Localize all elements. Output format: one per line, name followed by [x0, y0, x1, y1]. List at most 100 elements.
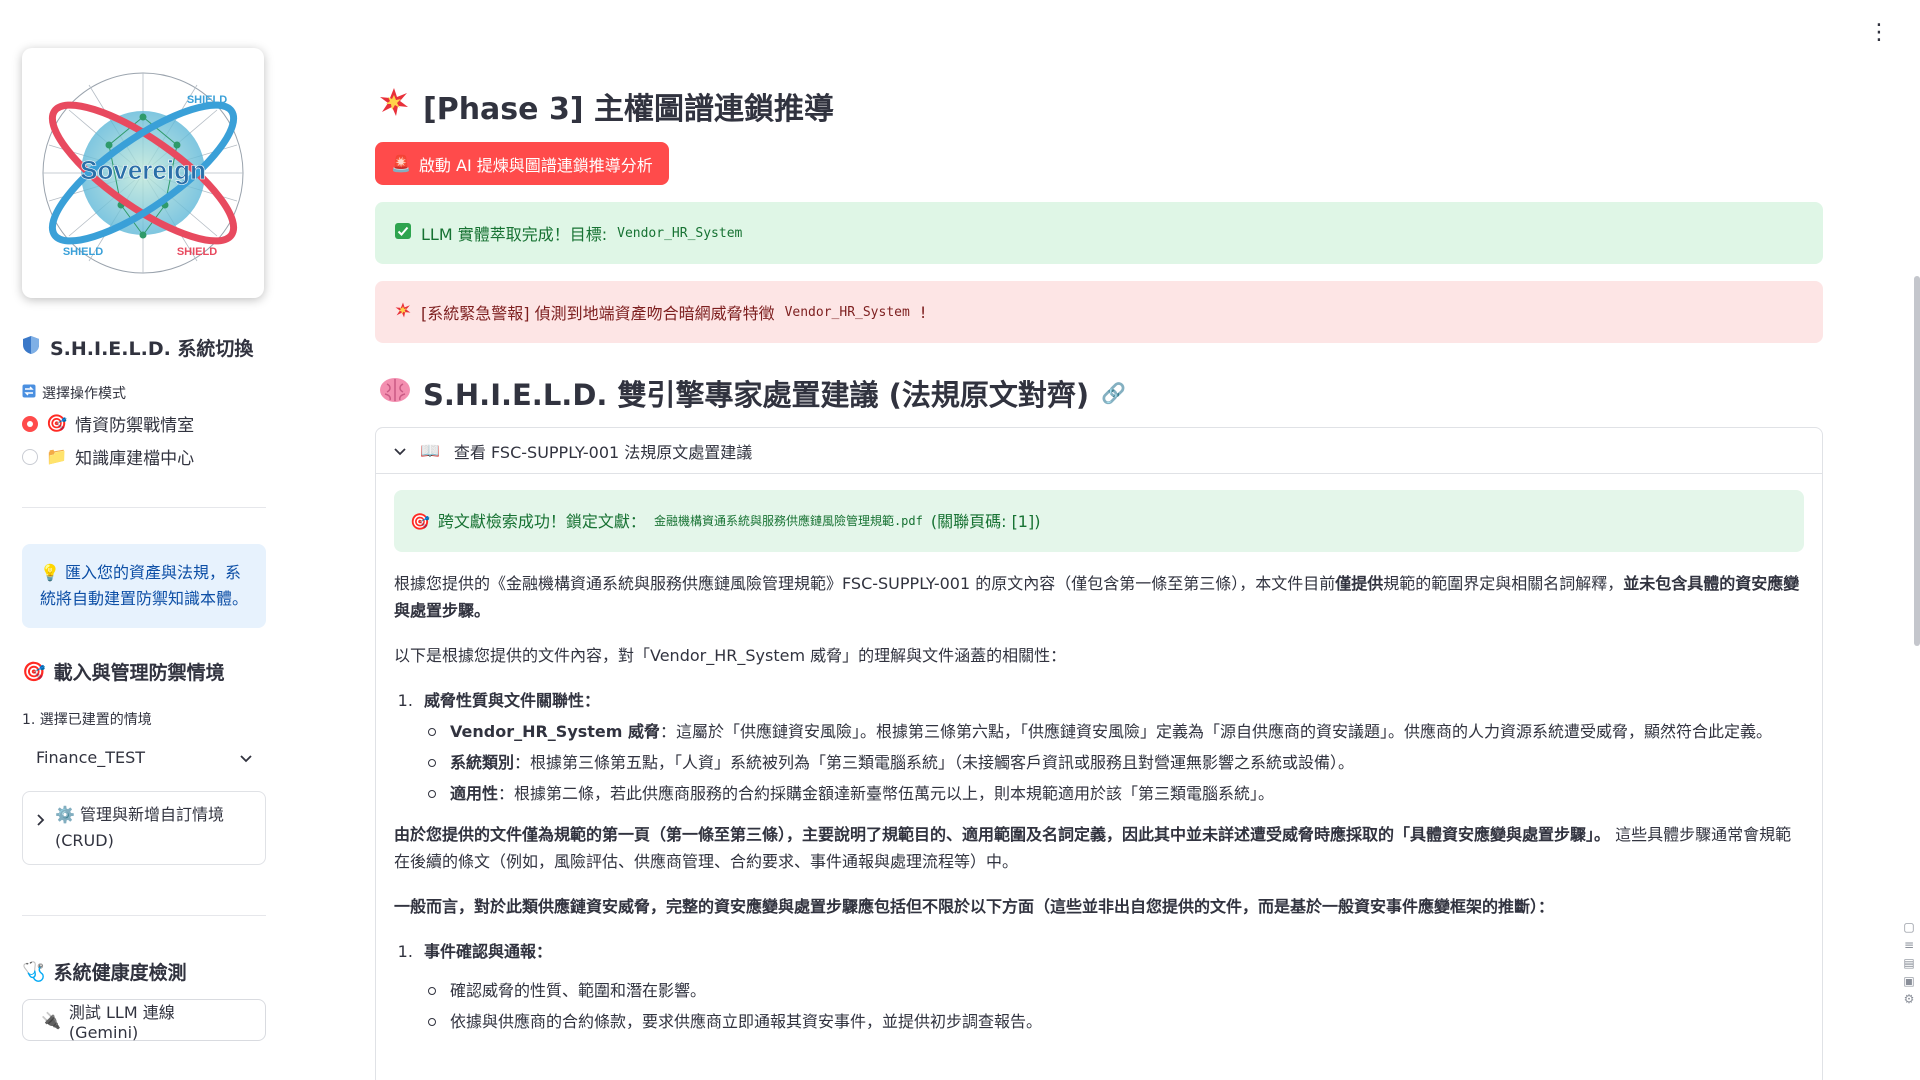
test-llm-button[interactable]: 🔌 測試 LLM 連線 (Gemini)	[22, 999, 266, 1042]
page-scrollbar[interactable]	[1914, 276, 1920, 646]
list-item: 事件確認與通報： 確認威脅的性質、範圍和潛在影響。 依據與供應商的合約條款，要求…	[418, 938, 1804, 1035]
info-alert: 💡 匯入您的資產與法規，系統將自動建置防禦知識本體。	[22, 544, 266, 628]
swap-icon	[22, 384, 36, 402]
stethoscope-icon: 🩺	[22, 961, 46, 983]
book-icon: 📖	[420, 441, 440, 460]
paragraph-general: 一般而言，對於此類供應鏈資安威脅，完整的資安應變與處置步驟應包括但不限於以下方面…	[394, 893, 1804, 920]
item-text: ：根據第三條第五點，「人資」系統被列為「第三類電腦系統」（未接觸客戶資訊或服務且…	[514, 753, 1355, 772]
mode-label: 選擇操作模式	[22, 383, 266, 403]
paragraph-relevance: 以下是根據您提供的文件內容，對「Vendor_HR_System 威脅」的理解與…	[394, 646, 1067, 665]
main-content: [Phase 3] 主權圖譜連鎖推導 🚨 啟動 AI 提煉與圖譜連鎖推導分析 L…	[375, 0, 1823, 1080]
threat-relevance-list: 威脅性質與文件關聯性： Vendor_HR_System 威脅：這屬於「供應鏈資…	[418, 687, 1804, 807]
plug-icon: 🔌	[41, 1010, 61, 1030]
list-item: 依據與供應商的合約條款，要求供應商立即通報其資安事件，並提供初步調查報告。	[424, 1008, 1804, 1035]
logo-text: Sovereign	[80, 155, 206, 185]
alert-target: Vendor_HR_System	[784, 304, 910, 320]
info-text: 匯入您的資產與法規，系統將自動建置防禦知識本體。	[40, 563, 249, 608]
expander-body: 🎯 跨文獻檢索成功！鎖定文獻： 金融機構資通系統與服務供應鏈風險管理規範.pdf…	[376, 474, 1822, 1035]
para1-bold-a: 僅提供	[1335, 574, 1384, 593]
extraction-success-alert: LLM 實體萃取完成！目標: Vendor_HR_System	[375, 202, 1823, 264]
chevron-down-icon	[394, 441, 406, 460]
system-switch-label: S.H.I.E.L.D. 系統切換	[50, 338, 254, 360]
para3-bold: 由於您提供的文件僅為規範的第一頁（第一條至第三條），主要說明了規範目的、適用範圍…	[394, 825, 1611, 844]
tool-icon[interactable]: ▣	[1903, 974, 1914, 988]
retrieval-pages: (關聯頁碼: [1])	[930, 511, 1041, 531]
floating-tool-icons: ▢ ≡ ▤ ▣ ⚙	[1900, 920, 1918, 1006]
link-icon[interactable]: 🔗	[1101, 381, 1126, 405]
expander-header[interactable]: 📖 查看 FSC-SUPPLY-001 法規原文處置建議	[376, 428, 1822, 474]
retrieval-file: 金融機構資通系統與服務供應鏈風險管理規範.pdf	[653, 513, 923, 528]
alert-suffix: !	[919, 302, 927, 322]
section-title: S.H.I.E.L.D. 雙引擎專家處置建議 (法規原文對齊) 🔗	[379, 372, 1126, 414]
tool-icon[interactable]: ≡	[1904, 938, 1914, 952]
shield-logo: Sovereign SHIELD SHIELD SHIELD	[22, 48, 264, 298]
radio-unselected[interactable]	[22, 448, 38, 465]
alert-text: [系統緊急警報] 偵測到地端資產吻合暗網威脅特徵	[421, 304, 775, 323]
paragraph-intro: 根據您提供的《金融機構資通系統與服務供應鏈風險管理規範》FSC-SUPPLY-0…	[394, 570, 1804, 624]
mode-option-knowledge-base[interactable]: 📁 知識庫建檔中心	[22, 444, 266, 469]
shield-icon	[22, 335, 40, 360]
explosion-icon	[395, 302, 411, 322]
response-steps-list: 事件確認與通報： 確認威脅的性質、範圍和潛在影響。 依據與供應商的合約條款，要求…	[418, 938, 1804, 1035]
system-switch-title: S.H.I.E.L.D. 系統切換	[22, 334, 266, 361]
sub-list: Vendor_HR_System 威脅：這屬於「供應鏈資安風險」。根據第三條第六…	[424, 718, 1804, 807]
list-item: Vendor_HR_System 威脅：這屬於「供應鏈資安風險」。根據第三條第六…	[424, 718, 1804, 745]
item-bold: 系統類別	[450, 753, 515, 772]
logo-ring-text-top: SHIELD	[187, 94, 227, 106]
expander-title: 查看 FSC-SUPPLY-001 法規原文處置建議	[453, 442, 753, 462]
phase-title: [Phase 3] 主權圖譜連鎖推導	[379, 84, 834, 128]
mode-option-label: 情資防禦戰情室	[75, 416, 195, 436]
sidebar-divider	[22, 507, 266, 508]
retrieval-success-alert: 🎯 跨文獻檢索成功！鎖定文獻： 金融機構資通系統與服務供應鏈風險管理規範.pdf…	[394, 490, 1804, 552]
emergency-alert: [系統緊急警報] 偵測到地端資產吻合暗網威脅特徵 Vendor_HR_Syste…	[375, 281, 1823, 343]
crud-expander-label: 管理與新增自訂情境 (CRUD)	[55, 805, 225, 850]
health-title-text: 系統健康度檢測	[53, 962, 187, 984]
folder-icon: 📁	[46, 446, 68, 467]
chevron-down-icon	[240, 748, 252, 767]
target-icon: 🎯	[22, 661, 46, 683]
target-icon: 🎯	[46, 413, 68, 434]
success-text: LLM 實體萃取完成！目標:	[421, 225, 608, 244]
health-title: 🩺 系統健康度檢測	[22, 958, 266, 985]
sovereign-logo-graphic: Sovereign SHIELD SHIELD SHIELD	[42, 72, 244, 274]
scenario-title: 🎯 載入與管理防禦情境	[22, 658, 266, 685]
item-bold: Vendor_HR_System 威脅	[450, 722, 661, 741]
paragraph-scope: 由於您提供的文件僅為規範的第一頁（第一條至第三條），主要說明了規範目的、適用範圍…	[394, 821, 1804, 875]
item-text: ：根據第二條，若此供應商服務的合約採購金額達新臺幣伍萬元以上，則本規範適用於該「…	[498, 784, 1275, 803]
tool-icon[interactable]: ⚙	[1904, 992, 1915, 1006]
kebab-icon[interactable]: ⋮	[1868, 20, 1890, 45]
scenario-select[interactable]: Finance_TEST	[22, 737, 266, 777]
tool-icon[interactable]: ▤	[1903, 956, 1914, 970]
test-llm-label: 測試 LLM 連線 (Gemini)	[68, 1002, 175, 1042]
mode-option-label: 知識庫建檔中心	[75, 449, 195, 469]
tool-icon[interactable]: ▢	[1903, 920, 1914, 934]
run-analysis-label: 啟動 AI 提煉與圖譜連鎖推導分析	[418, 155, 653, 175]
para4-bold: 一般而言，對於此類供應鏈資安威脅，完整的資安應變與處置步驟應包括但不限於以下方面…	[394, 897, 1555, 916]
radio-selected[interactable]	[22, 415, 38, 432]
list-item: 適用性：根據第二條，若此供應商服務的合約採購金額達新臺幣伍萬元以上，則本規範適用…	[424, 780, 1804, 807]
crud-expander[interactable]: ⚙️ 管理與新增自訂情境 (CRUD)	[22, 791, 266, 865]
item-text: ：這屬於「供應鏈資安風險」。根據第三條第六點，「供應鏈資安風險」定義為「源自供應…	[660, 722, 1773, 741]
para1-plain: 根據您提供的《金融機構資通系統與服務供應鏈風險管理規範》FSC-SUPPLY-0…	[394, 574, 1336, 593]
brain-icon	[379, 376, 411, 411]
para1-mid: 規範的範圍界定與相關名詞解釋，	[1383, 574, 1624, 593]
check-icon	[395, 223, 411, 243]
regulation-expander: 📖 查看 FSC-SUPPLY-001 法規原文處置建議 🎯 跨文獻檢索成功！鎖…	[375, 427, 1823, 1080]
list2-title: 事件確認與通報：	[424, 942, 553, 961]
mode-option-war-room[interactable]: 🎯 情資防禦戰情室	[22, 411, 266, 436]
logo-ring-text-left: SHIELD	[63, 246, 103, 258]
mode-label-text: 選擇操作模式	[42, 386, 126, 402]
app-root: Sovereign SHIELD SHIELD SHIELD S.H.I.E.L…	[0, 0, 1920, 1080]
retrieval-text: 跨文獻檢索成功！鎖定文獻：	[437, 511, 646, 531]
item-bold: 適用性	[450, 784, 499, 803]
list-item: 威脅性質與文件關聯性： Vendor_HR_System 威脅：這屬於「供應鏈資…	[418, 687, 1804, 807]
scenario-select-label: 1. 選擇已建置的情境	[22, 712, 152, 728]
phase-title-text: [Phase 3] 主權圖譜連鎖推導	[423, 92, 834, 127]
chevron-right-icon	[37, 802, 45, 854]
siren-icon: 🚨	[391, 154, 411, 173]
explosion-icon	[379, 87, 409, 125]
run-analysis-button[interactable]: 🚨 啟動 AI 提煉與圖譜連鎖推導分析	[375, 142, 669, 185]
logo-ring-text-right: SHIELD	[177, 246, 217, 258]
list1-title: 威脅性質與文件關聯性：	[424, 691, 601, 710]
sidebar-divider-2	[22, 915, 266, 916]
